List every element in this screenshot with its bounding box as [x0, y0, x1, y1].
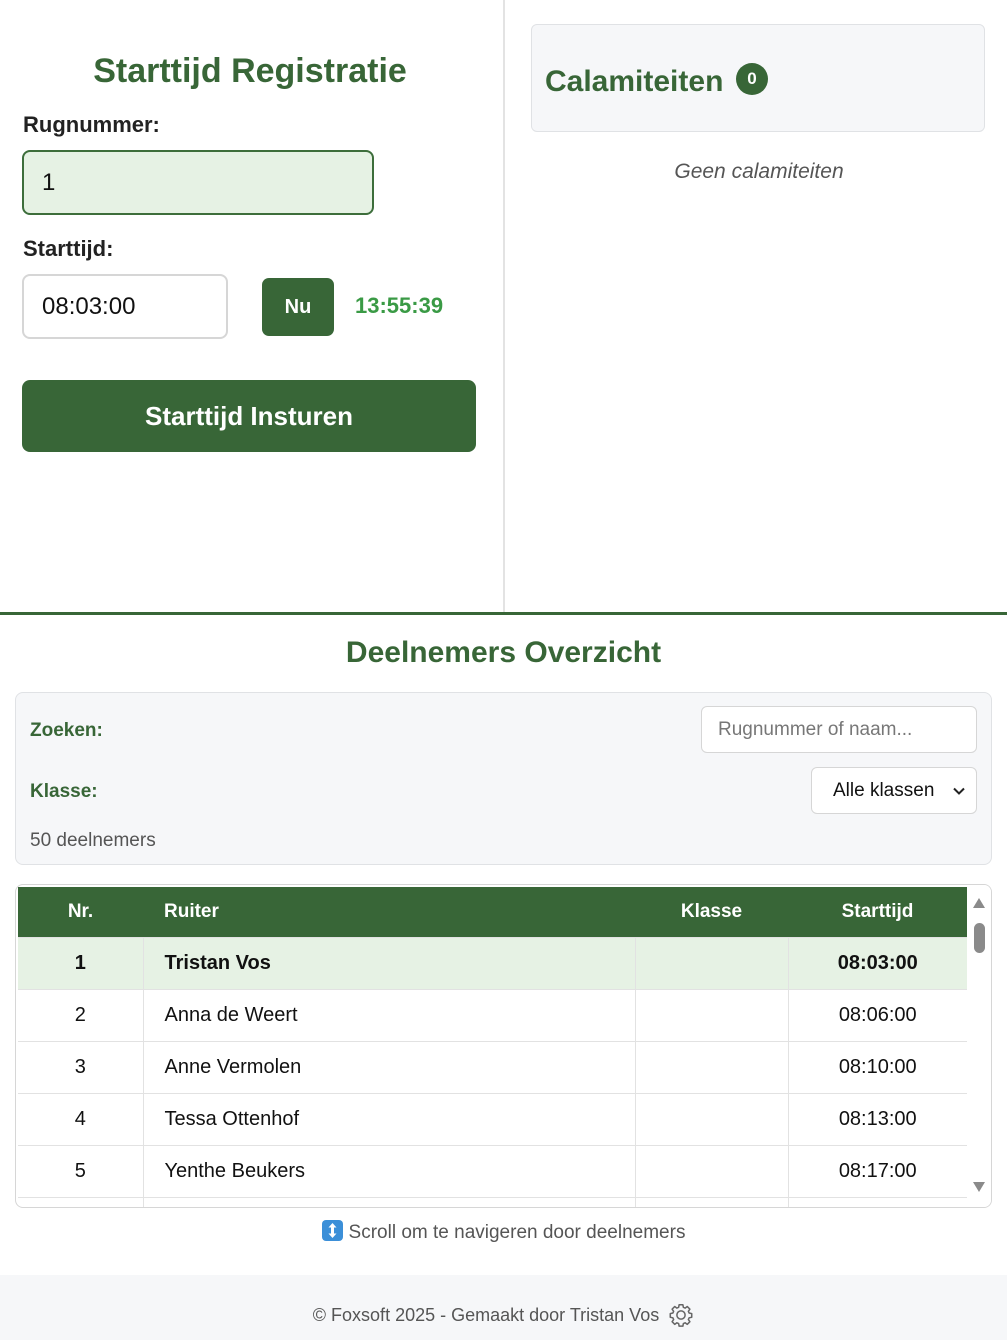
chevron-down-icon [953, 787, 965, 795]
calamities-panel: Calamiteiten 0 [531, 24, 985, 132]
cell-starttijd: 08:17:00 [788, 1144, 967, 1197]
cell-starttijd: 08:13:00 [788, 1092, 967, 1145]
calamities-empty-text: Geen calamiteiten [674, 160, 844, 183]
cell-starttijd: 08:06:00 [788, 988, 967, 1041]
cell-klasse [635, 1196, 789, 1207]
search-label: Zoeken: [30, 720, 103, 741]
cell-ruiter: Anne Vermolen [143, 1040, 636, 1093]
calamities-title: Calamiteiten [545, 65, 724, 98]
vertical-divider [503, 0, 505, 612]
footer: © Foxsoft 2025 - Gemaakt door Tristan Vo… [0, 1275, 1007, 1340]
table-header-row: Nr. Ruiter Klasse Starttijd [18, 887, 967, 937]
starttijd-input[interactable] [22, 274, 228, 339]
cell-starttijd: 08:10:00 [788, 1040, 967, 1093]
header-starttijd[interactable]: Starttijd [788, 887, 967, 937]
table-row[interactable] [18, 1196, 967, 1207]
header-nr[interactable]: Nr. [18, 887, 143, 937]
cell-nr: 2 [18, 988, 144, 1041]
rugnummer-input[interactable] [22, 150, 374, 215]
cell-klasse [635, 1040, 789, 1093]
section-divider [0, 612, 1007, 615]
scroll-down-arrow-icon[interactable] [972, 1181, 986, 1193]
cell-nr: 1 [18, 936, 144, 989]
calamities-count-badge: 0 [736, 63, 768, 95]
cell-klasse [635, 1144, 789, 1197]
footer-text: © Foxsoft 2025 - Gemaakt door Tristan Vo… [312, 1305, 660, 1325]
cell-ruiter: Anna de Weert [143, 988, 636, 1041]
cell-klasse [635, 988, 789, 1041]
scrollbar-thumb[interactable] [974, 923, 985, 953]
cell-ruiter: Yenthe Beukers [143, 1144, 636, 1197]
up-down-arrow-icon [321, 1220, 343, 1241]
cell-ruiter: Tessa Ottenhof [143, 1092, 636, 1145]
class-select-value: Alle klassen [833, 780, 935, 801]
now-button[interactable]: Nu [262, 278, 334, 336]
table-row[interactable]: 5 Yenthe Beukers 08:17:00 [18, 1144, 967, 1197]
cell-nr: 4 [18, 1092, 144, 1145]
scroll-up-arrow-icon[interactable] [972, 897, 986, 909]
cell-nr: 5 [18, 1144, 144, 1197]
cell-nr: 3 [18, 1040, 144, 1093]
header-ruiter[interactable]: Ruiter [143, 887, 635, 937]
cell-klasse [635, 936, 789, 989]
cell-klasse [635, 1092, 789, 1145]
table-row[interactable]: 2 Anna de Weert 08:06:00 [18, 988, 967, 1041]
participants-table: Nr. Ruiter Klasse Starttijd 1 Tristan Vo… [18, 887, 967, 1207]
header-klasse[interactable]: Klasse [635, 887, 788, 937]
starttijd-label: Starttijd: [23, 236, 114, 261]
scroll-hint: Scroll om te navigeren door deelnemers [0, 1220, 1007, 1244]
overview-title: Deelnemers Overzicht [345, 636, 662, 669]
participant-count: 50 deelnemers [30, 830, 156, 851]
table-scrollbar[interactable] [967, 885, 991, 1207]
filter-panel: Zoeken: Klasse: Alle klassen 50 deelneme… [15, 692, 992, 865]
search-input[interactable] [701, 706, 977, 753]
class-select[interactable]: Alle klassen [811, 767, 977, 814]
table-row[interactable]: 4 Tessa Ottenhof 08:13:00 [18, 1092, 967, 1145]
cell-ruiter [143, 1196, 636, 1207]
table-row[interactable]: 3 Anne Vermolen 08:10:00 [18, 1040, 967, 1093]
current-time: 13:55:39 [355, 293, 444, 318]
submit-starttime-button[interactable]: Starttijd Insturen [22, 380, 476, 452]
gear-icon[interactable] [668, 1302, 694, 1328]
scroll-hint-text: Scroll om te navigeren door deelnemers [348, 1222, 686, 1243]
rugnummer-label: Rugnummer: [23, 112, 160, 137]
cell-starttijd [788, 1196, 967, 1207]
cell-nr [18, 1196, 144, 1207]
class-label: Klasse: [30, 781, 98, 802]
cell-ruiter: Tristan Vos [143, 936, 636, 989]
table-row[interactable]: 1 Tristan Vos 08:03:00 [18, 936, 967, 989]
registration-title: Starttijd Registratie [93, 52, 407, 90]
participants-table-container[interactable]: Nr. Ruiter Klasse Starttijd 1 Tristan Vo… [15, 884, 992, 1208]
cell-starttijd: 08:03:00 [788, 936, 967, 989]
